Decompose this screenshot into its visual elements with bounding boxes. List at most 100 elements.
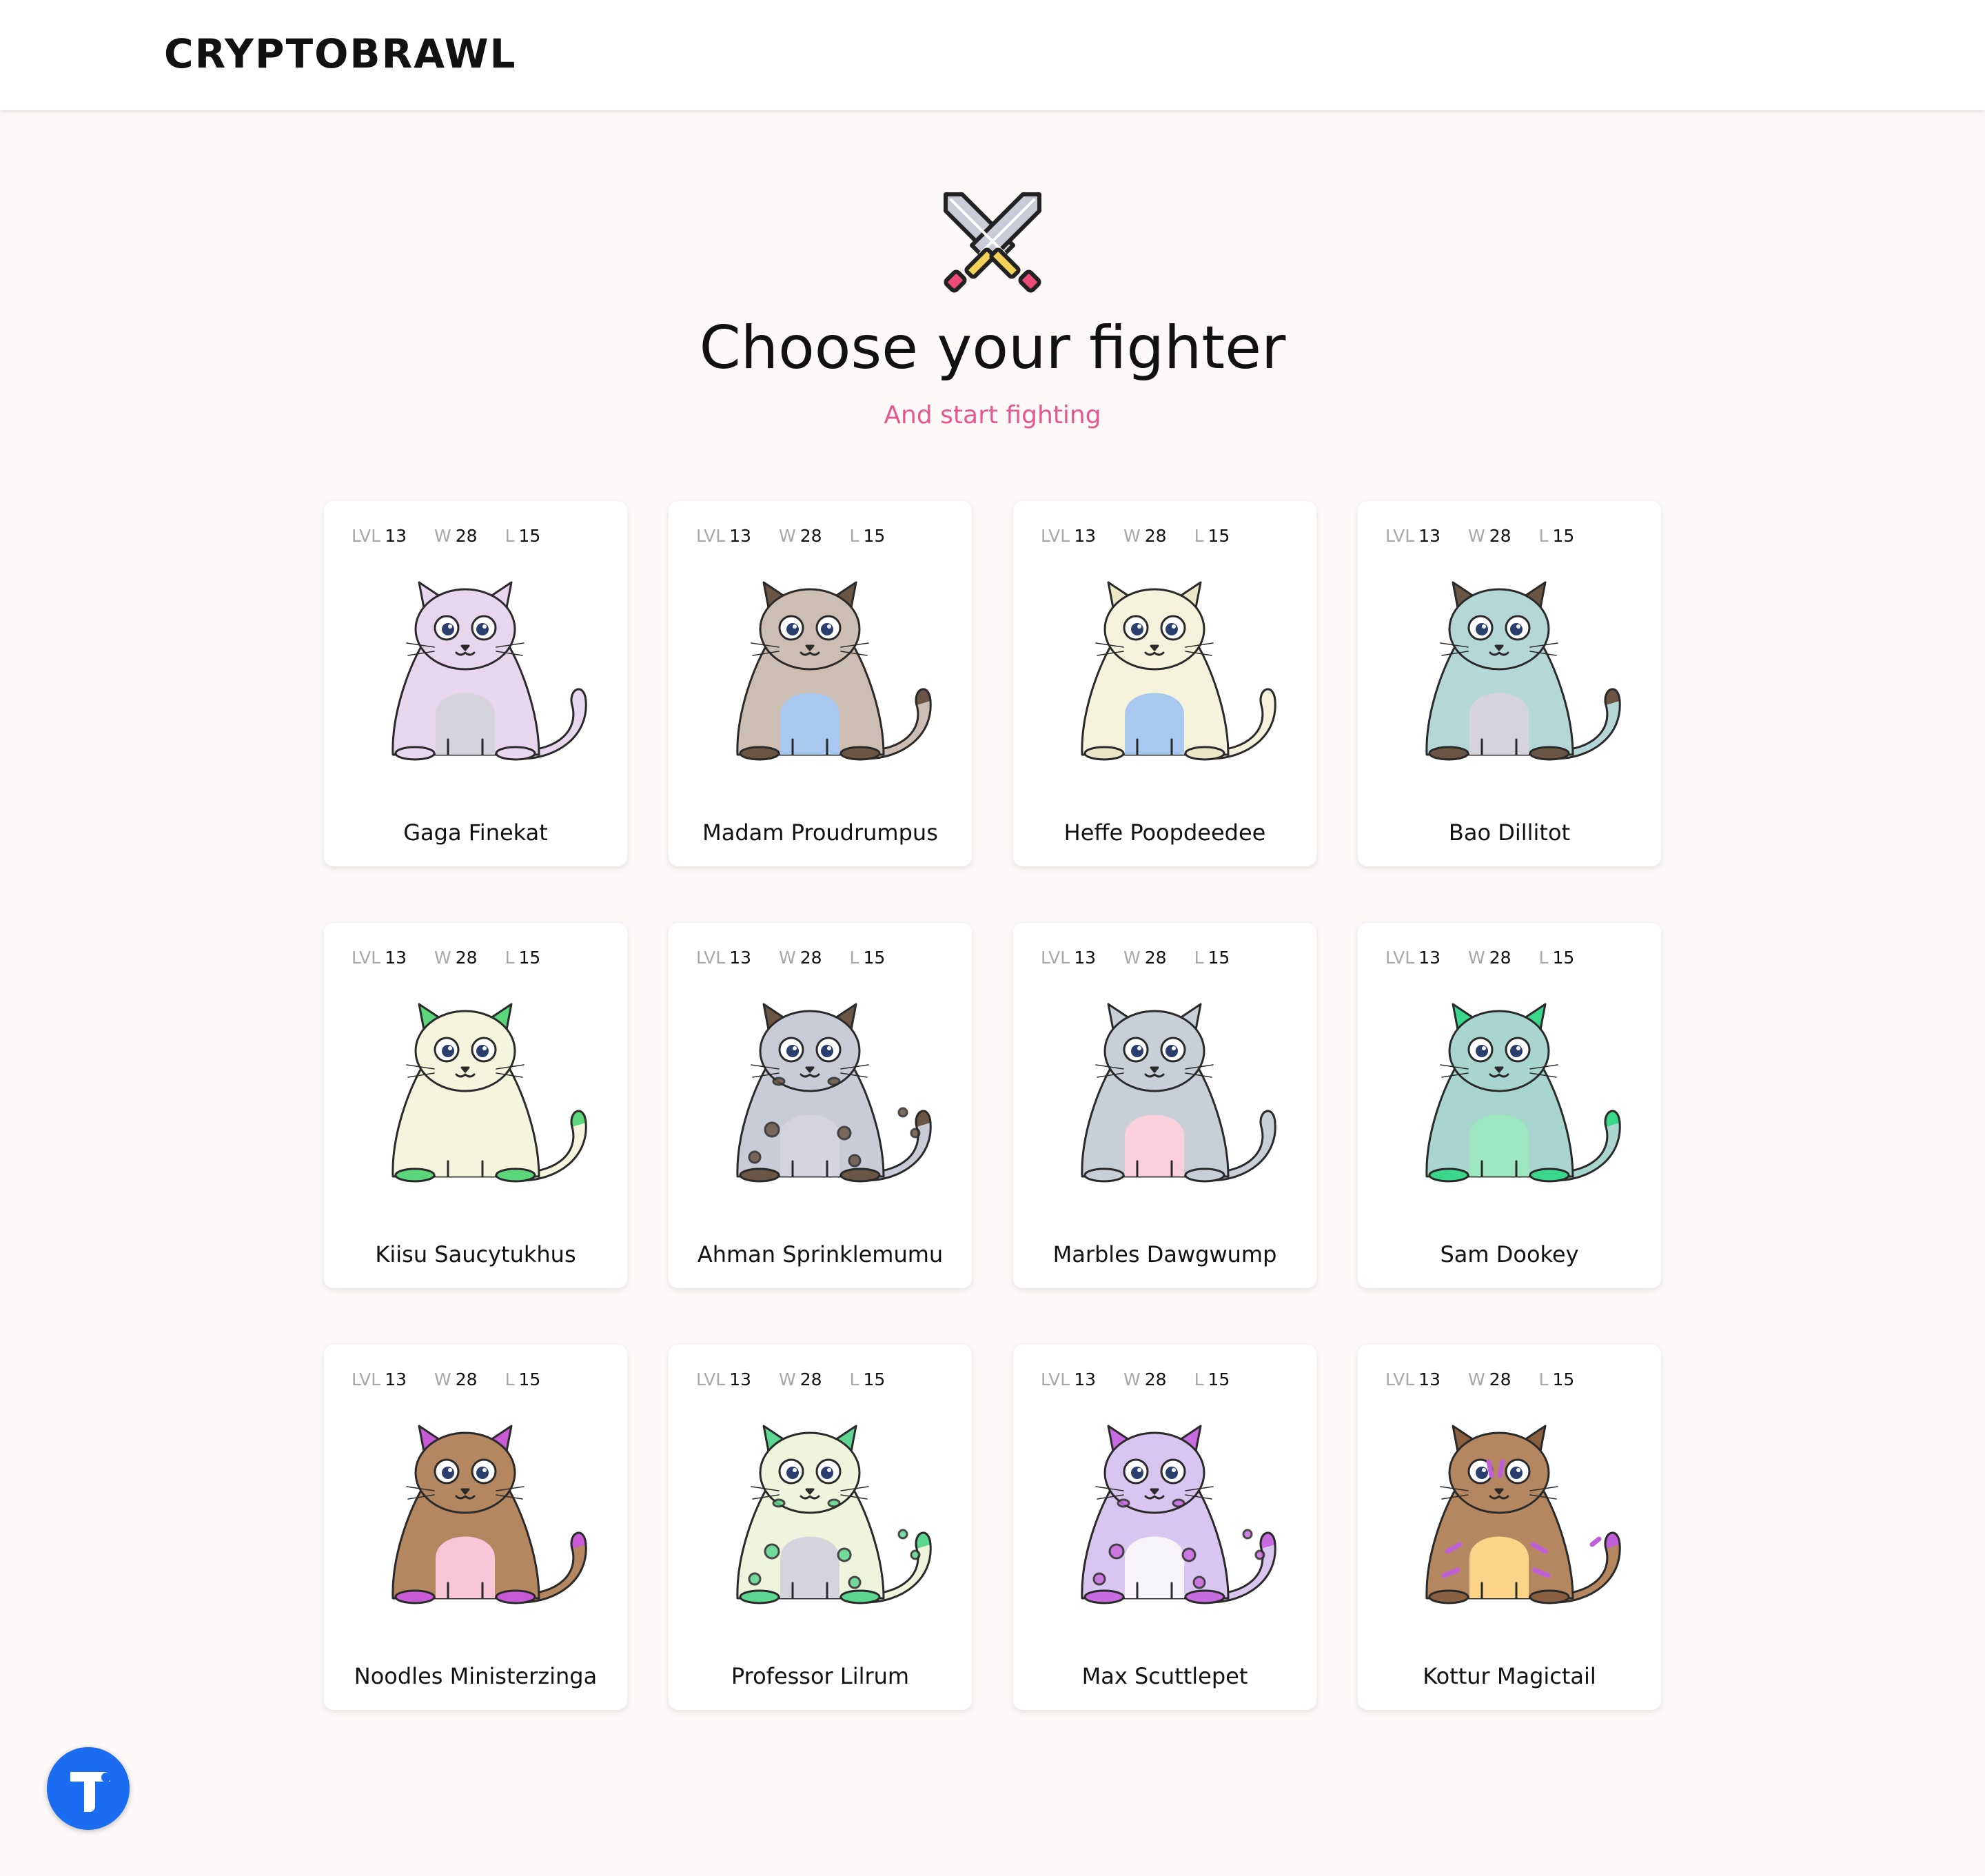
stat-label: W [434, 526, 451, 546]
stat-wins: W 28 [1123, 948, 1167, 975]
stat-label: W [1468, 948, 1485, 968]
fighter-stats: LVL 13 W 28 L 15 [1385, 1369, 1574, 1397]
t-glyph [70, 1772, 111, 1812]
stat-label: W [779, 1369, 796, 1389]
stat-level: LVL 13 [1041, 948, 1096, 975]
fighter-name: Marbles Dawgwump [1052, 1241, 1277, 1267]
stat-value: 28 [455, 1369, 478, 1389]
fighter-card[interactable]: LVL 13 W 28 L 15 Noodles Ministerzinga [324, 1345, 627, 1710]
stat-label: LVL [1385, 948, 1415, 968]
fighter-stats: LVL 13 W 28 L 15 [696, 526, 885, 553]
stat-losses: L 15 [1194, 948, 1230, 975]
stat-label: W [1468, 1369, 1485, 1389]
fighter-name: Professor Lilrum [731, 1663, 910, 1689]
stat-value: 28 [1144, 526, 1167, 546]
stat-label: L [1538, 526, 1549, 546]
stat-label: LVL [696, 1369, 726, 1389]
stat-label: W [1468, 526, 1485, 546]
stat-value: 15 [518, 1369, 541, 1389]
fighter-name: Bao Dillitot [1448, 819, 1571, 846]
cat-avatar [696, 570, 944, 777]
fighter-card[interactable]: LVL 13 W 28 L 15 Madam Proudrumpus [669, 501, 972, 866]
page-subtitle: And start fighting [884, 401, 1101, 429]
app-logo[interactable]: CRYPTOBRAWL [164, 30, 517, 77]
fighter-card[interactable]: LVL 13 W 28 L 15 Professor Lilrum [669, 1345, 972, 1710]
fighter-stats: LVL 13 W 28 L 15 [1385, 526, 1574, 553]
stat-value: 15 [518, 948, 541, 968]
cat-avatar [352, 1414, 600, 1620]
fighter-card[interactable]: LVL 13 W 28 L 15 Kottur Magictail [1358, 1345, 1661, 1710]
fighter-stats: LVL 13 W 28 L 15 [1041, 526, 1230, 553]
fighter-name: Sam Dookey [1440, 1241, 1579, 1267]
fighter-card[interactable]: LVL 13 W 28 L 15 Marbles Dawgwump [1013, 923, 1316, 1288]
stat-value: 15 [863, 1369, 886, 1389]
stat-level: LVL 13 [696, 526, 751, 553]
fighter-card[interactable]: LVL 13 W 28 L 15 Gaga Finekat [324, 501, 627, 866]
stat-label: L [849, 948, 859, 968]
stat-losses: L 15 [850, 526, 886, 553]
stat-value: 15 [1208, 948, 1230, 968]
stat-label: L [1194, 1369, 1204, 1389]
stat-value: 13 [1418, 948, 1441, 968]
stat-value: 13 [1074, 526, 1097, 546]
stat-value: 15 [1208, 526, 1230, 546]
fighter-name: Gaga Finekat [403, 819, 548, 846]
fighter-card[interactable]: LVL 13 W 28 L 15 Sam Dookey [1358, 923, 1661, 1288]
cat-avatar [352, 570, 600, 777]
stat-label: L [505, 1369, 515, 1389]
stat-losses: L 15 [505, 1369, 541, 1397]
fighter-name: Max Scuttlepet [1081, 1663, 1248, 1689]
fighter-name: Madam Proudrumpus [702, 819, 938, 846]
stat-label: LVL [696, 526, 726, 546]
stat-label: W [779, 526, 796, 546]
stat-value: 28 [455, 948, 478, 968]
stat-losses: L 15 [1194, 1369, 1230, 1397]
stat-value: 15 [1208, 1369, 1230, 1389]
stat-wins: W 28 [1468, 1369, 1511, 1397]
stat-value: 13 [385, 948, 407, 968]
stat-label: W [434, 948, 451, 968]
stat-losses: L 15 [505, 526, 541, 553]
stat-label: W [779, 948, 796, 968]
stat-label: LVL [1041, 526, 1070, 546]
stat-losses: L 15 [1539, 1369, 1575, 1397]
top-header: CRYPTOBRAWL [0, 0, 1985, 110]
stat-level: LVL 13 [352, 526, 407, 553]
fighter-stats: LVL 13 W 28 L 15 [696, 1369, 885, 1397]
stat-wins: W 28 [779, 948, 822, 975]
t-logo-icon[interactable] [47, 1747, 130, 1830]
stat-label: LVL [352, 948, 381, 968]
fighter-card[interactable]: LVL 13 W 28 L 15 Max Scuttlepet [1013, 1345, 1316, 1710]
stat-value: 13 [1418, 1369, 1441, 1389]
stat-value: 15 [1552, 526, 1575, 546]
fighter-stats: LVL 13 W 28 L 15 [352, 948, 540, 975]
stat-wins: W 28 [1123, 1369, 1167, 1397]
fighter-name: Ahman Sprinklemumu [697, 1241, 944, 1267]
fighter-card[interactable]: LVL 13 W 28 L 15 Heffe Poopdeedee [1013, 501, 1316, 866]
stat-value: 15 [1552, 948, 1575, 968]
stat-label: LVL [1385, 1369, 1415, 1389]
stat-value: 15 [863, 948, 886, 968]
crossed-swords-icon [944, 192, 1041, 293]
fighter-stats: LVL 13 W 28 L 15 [696, 948, 885, 975]
cat-avatar [696, 992, 944, 1199]
stat-value: 28 [1489, 526, 1511, 546]
fighter-card[interactable]: LVL 13 W 28 L 15 Ahman Sprinklemumu [669, 923, 972, 1288]
stat-value: 28 [1489, 1369, 1511, 1389]
stat-value: 13 [729, 1369, 752, 1389]
fighter-stats: LVL 13 W 28 L 15 [1385, 948, 1574, 975]
stat-value: 13 [1074, 1369, 1097, 1389]
stat-losses: L 15 [1539, 948, 1575, 975]
fighter-card[interactable]: LVL 13 W 28 L 15 Kiisu Saucytukhus [324, 923, 627, 1288]
stat-level: LVL 13 [352, 948, 407, 975]
stat-level: LVL 13 [696, 948, 751, 975]
stat-wins: W 28 [434, 1369, 478, 1397]
stat-label: L [1538, 948, 1549, 968]
stat-wins: W 28 [434, 526, 478, 553]
stat-value: 28 [1489, 948, 1511, 968]
fighter-stats: LVL 13 W 28 L 15 [1041, 1369, 1230, 1397]
fighter-name: Heffe Poopdeedee [1063, 819, 1266, 846]
fighter-name: Noodles Ministerzinga [354, 1663, 598, 1689]
fighter-card[interactable]: LVL 13 W 28 L 15 Bao Dillitot [1358, 501, 1661, 866]
stat-losses: L 15 [850, 1369, 886, 1397]
